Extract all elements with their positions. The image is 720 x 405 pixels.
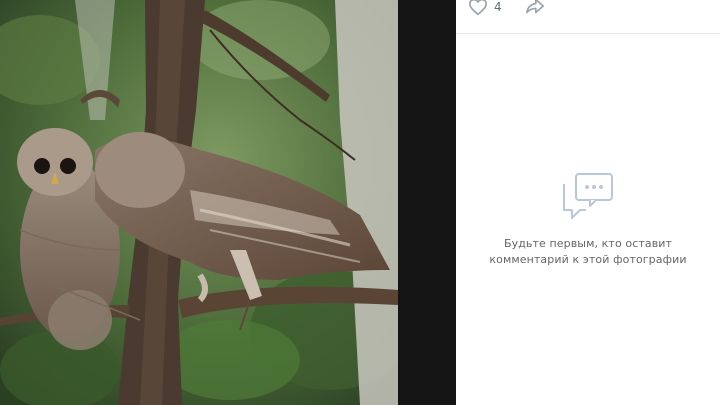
heart-outline-icon <box>469 0 487 16</box>
photo-viewer[interactable] <box>0 0 398 405</box>
photo-actions-bar: 4 <box>456 0 720 34</box>
chat-bubbles-icon <box>563 173 613 219</box>
share-button[interactable] <box>525 0 545 17</box>
empty-comments-line-2: комментарий к этой фотографии <box>489 253 687 266</box>
owl-photo <box>0 0 398 405</box>
empty-comments-text: Будьте первым, кто оставит комментарий к… <box>456 236 720 268</box>
comments-panel: 4 Будьте первым, кто оставит комментарий… <box>456 0 720 405</box>
viewer-backdrop <box>398 0 456 405</box>
share-arrow-icon <box>526 0 544 14</box>
empty-comments-line-1: Будьте первым, кто оставит <box>503 237 673 250</box>
empty-comments-placeholder: Будьте первым, кто оставит комментарий к… <box>456 170 720 268</box>
like-button[interactable]: 4 <box>468 0 502 17</box>
like-count: 4 <box>494 0 502 14</box>
